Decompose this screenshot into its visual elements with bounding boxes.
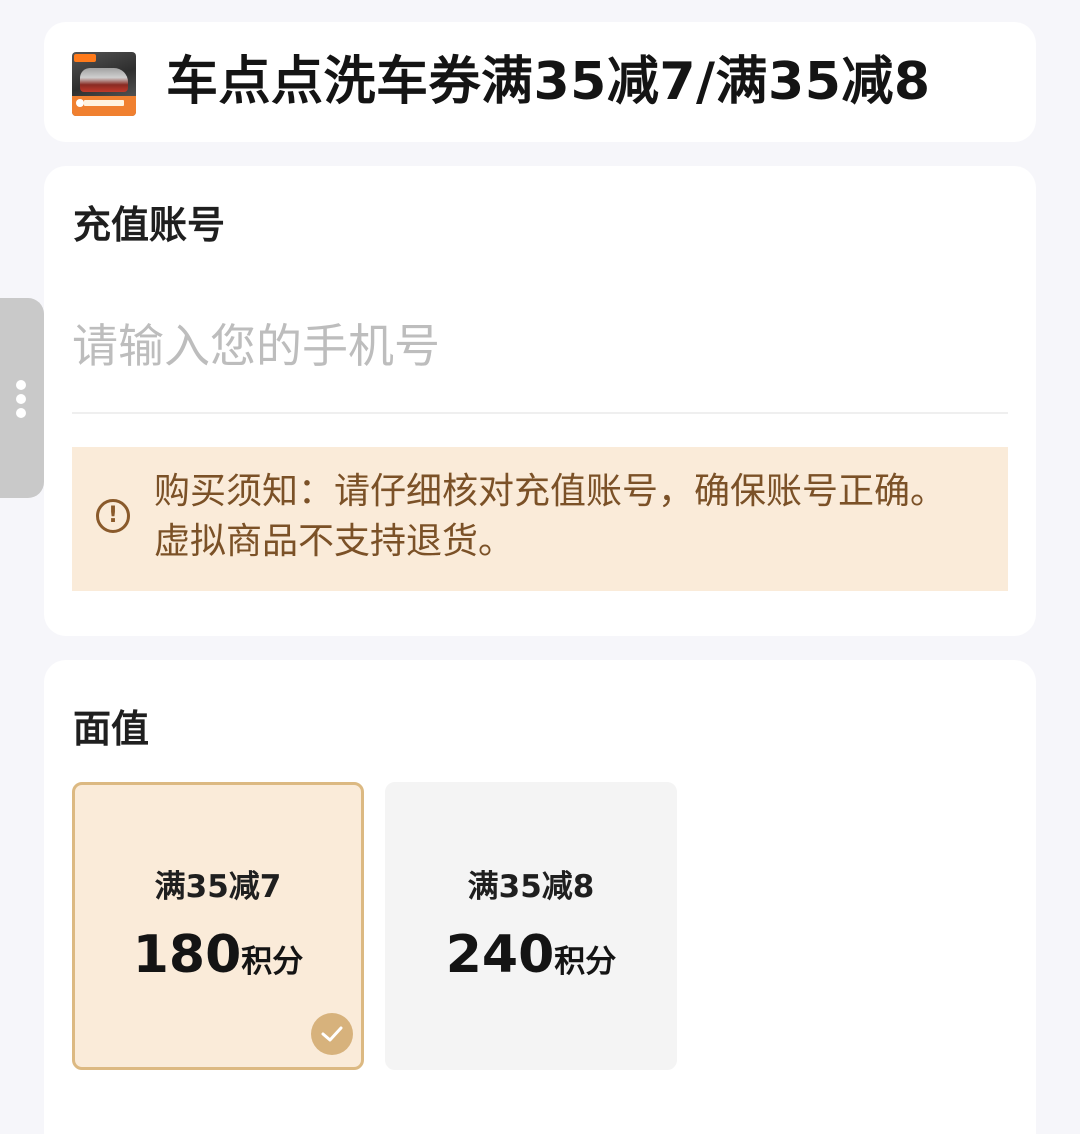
purchase-notice: ! 购买须知：请仔细核对充值账号，确保账号正确。虚拟商品不支持退货。 <box>72 447 1008 591</box>
product-title: 车点点洗车券满35减7/满35减8 <box>166 52 931 112</box>
option-points: 240 <box>445 925 555 985</box>
option-label: 满35减7 <box>154 869 282 905</box>
option-price: 180积分 <box>75 923 361 999</box>
info-circle-icon: ! <box>96 499 130 533</box>
product-header-card: 车点点洗车券满35减7/满35减8 <box>44 22 1036 142</box>
face-value-card: 面值 满35减7 180积分 满35减8 240积分 <box>44 660 1036 1134</box>
floating-side-handle[interactable] <box>0 298 44 498</box>
option-label: 满35减8 <box>467 869 595 905</box>
phone-number-input[interactable] <box>72 306 1008 386</box>
purchase-notice-text: 购买须知：请仔细核对充值账号，确保账号正确。虚拟商品不支持退货。 <box>154 471 947 562</box>
thumb-banner-text <box>84 100 124 106</box>
thumb-banner-icon <box>76 99 84 107</box>
option-price: 240积分 <box>388 923 674 999</box>
face-value-section-title: 面值 <box>73 707 150 751</box>
thumb-banner <box>72 96 136 116</box>
car-wash-thumbnail <box>72 52 136 116</box>
face-value-option-2[interactable]: 满35减8 240积分 <box>385 782 677 1070</box>
account-section-title: 充值账号 <box>73 203 226 247</box>
selected-check-icon <box>311 1013 353 1055</box>
car-image <box>80 68 128 92</box>
input-divider <box>72 412 1008 414</box>
handle-dot <box>16 380 26 390</box>
handle-dot <box>16 408 26 418</box>
handle-dot <box>16 394 26 404</box>
recharge-account-card: 充值账号 ! 购买须知：请仔细核对充值账号，确保账号正确。虚拟商品不支持退货。 <box>44 166 1036 636</box>
option-points-unit: 积分 <box>241 944 304 980</box>
option-points-unit: 积分 <box>554 944 617 980</box>
face-value-option-1[interactable]: 满35减7 180积分 <box>72 782 364 1070</box>
option-points: 180 <box>132 925 242 985</box>
page: 车点点洗车券满35减7/满35减8 充值账号 ! 购买须知：请仔细核对充值账号，… <box>0 0 1080 1134</box>
thumb-brand-tag <box>74 54 96 62</box>
